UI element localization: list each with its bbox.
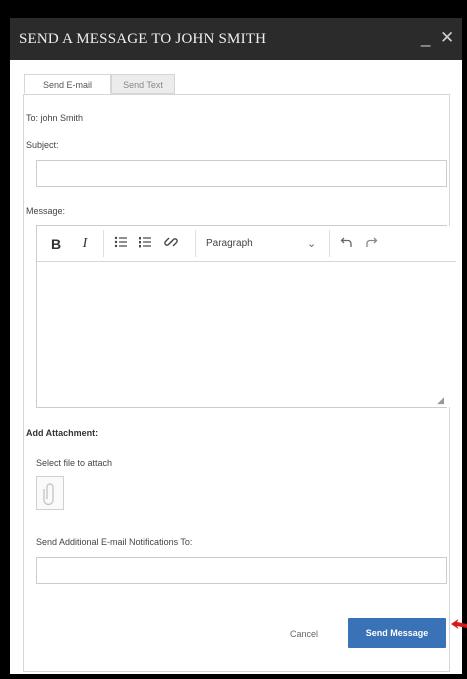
annotation-arrow-icon	[451, 619, 467, 629]
paragraph-format-value: Paragraph	[206, 238, 253, 249]
to-label: To: john Smith	[26, 113, 84, 123]
bulleted-list-icon[interactable]	[113, 235, 129, 253]
tab-send-email[interactable]: Send E-mail	[24, 74, 111, 94]
italic-icon[interactable]: I	[79, 235, 91, 253]
chevron-down-icon: ⌄	[307, 238, 317, 250]
toolbar-divider	[329, 230, 330, 257]
cancel-button[interactable]: Cancel	[278, 623, 330, 645]
resize-handle-icon[interactable]: ◢	[437, 395, 444, 406]
subject-label: Subject:	[26, 140, 59, 150]
notifications-label: Send Additional E-mail Notifications To:	[36, 537, 193, 547]
toolbar-divider	[195, 230, 196, 257]
toolbar-divider	[103, 230, 104, 257]
minimize-icon[interactable]: _	[421, 29, 430, 46]
paragraph-format-select[interactable]: Paragraph ⌄	[203, 235, 328, 253]
tab-send-text[interactable]: Send Text	[111, 74, 175, 94]
message-body-area[interactable]	[37, 262, 456, 407]
send-message-button[interactable]: Send Message	[348, 618, 446, 648]
notifications-email-input[interactable]	[36, 557, 447, 584]
redo-icon[interactable]	[363, 235, 379, 253]
dialog-title: SEND A MESSAGE TO JOHN SMITH	[19, 31, 267, 47]
attach-file-button[interactable]	[36, 476, 64, 510]
bold-icon[interactable]: B	[49, 235, 63, 253]
close-icon[interactable]: ✕	[440, 29, 454, 46]
message-editor: B I Paragraph ⌄ ◢	[36, 225, 456, 408]
message-label: Message:	[26, 206, 66, 216]
select-file-label: Select file to attach	[36, 458, 113, 468]
paperclip-icon	[43, 483, 54, 506]
subject-input[interactable]	[36, 160, 447, 187]
dialog-titlebar: SEND A MESSAGE TO JOHN SMITH _ ✕	[10, 18, 462, 60]
editor-toolbar: B I Paragraph ⌄	[37, 226, 456, 262]
undo-icon[interactable]	[339, 235, 355, 253]
link-icon[interactable]	[163, 235, 179, 253]
add-attachment-label: Add Attachment:	[26, 428, 99, 438]
numbered-list-icon[interactable]	[137, 235, 153, 253]
